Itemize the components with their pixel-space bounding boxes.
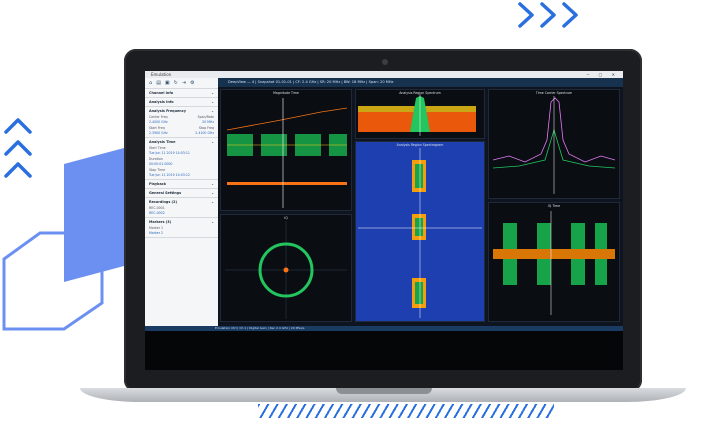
spectrogram-plot bbox=[358, 148, 482, 318]
section-row: REC-0002 bbox=[149, 211, 214, 215]
section-row: Marker 2 bbox=[149, 231, 214, 235]
row-value: Marker 2 bbox=[149, 231, 164, 235]
row-value: 00:00:01.0000 bbox=[149, 162, 173, 166]
section-row: Marker 1 bbox=[149, 226, 214, 230]
folder-icon[interactable]: ▤ bbox=[156, 80, 161, 86]
row-value: 2.4000 GHz bbox=[149, 120, 168, 124]
camera-icon bbox=[382, 59, 388, 65]
magnitude-plot bbox=[226, 98, 348, 208]
save-icon[interactable]: ▣ bbox=[165, 80, 170, 86]
window-controls[interactable]: ─ ▢ ✕ bbox=[587, 71, 619, 78]
sidebar-section[interactable]: Channel Info ⌄ bbox=[145, 89, 218, 98]
tcs-plot bbox=[492, 96, 616, 194]
sidebar-section[interactable]: Analysis Time ⌄ Start Time Tue Jun 11 2019 … bbox=[145, 138, 218, 180]
panel-time-carrier-spectrum[interactable]: Time Carrier Spectrum bbox=[488, 89, 620, 199]
chevron-icon[interactable]: ⌄ bbox=[211, 109, 214, 113]
chevron-icon[interactable]: ⌄ bbox=[211, 140, 214, 144]
chevron-icon[interactable]: ⌄ bbox=[211, 91, 214, 95]
sidebar-section[interactable]: Markers (3) ⌄ Marker 1 Marker 2 bbox=[145, 218, 218, 238]
window-titlebar: Emulation ─ ▢ ✕ bbox=[145, 71, 623, 78]
refresh-icon[interactable]: ↻ bbox=[174, 80, 178, 86]
row-value: Center Freq bbox=[149, 114, 168, 119]
section-title: Analysis Time bbox=[149, 140, 176, 144]
panel-spectrum[interactable]: Analysis Region Spectrum bbox=[355, 89, 485, 139]
row-value: Start Time bbox=[149, 145, 166, 150]
row-value: Span/Rate bbox=[197, 114, 214, 119]
row-value: REC-0002 bbox=[149, 211, 165, 215]
section-row: 00:00:01.0000 bbox=[149, 162, 214, 166]
section-title: Recordings (2) bbox=[149, 200, 178, 204]
chevron-icon[interactable]: ⌄ bbox=[211, 220, 214, 224]
row-value: 2.4100 GHz bbox=[195, 131, 214, 135]
section-title: Channel Info bbox=[149, 91, 174, 95]
row-value: Stop Freq bbox=[198, 125, 214, 130]
section-title: General Settings bbox=[149, 191, 182, 195]
row-value: Tue Jun 11 2019 14:03:12 bbox=[149, 173, 190, 177]
section-row: Start Time bbox=[149, 146, 214, 150]
section-header[interactable]: Channel Info ⌄ bbox=[149, 91, 214, 95]
section-header[interactable]: Analysis Frequency ⌄ bbox=[149, 109, 214, 113]
app-screen: Emulation ─ ▢ ✕ ⌂ ▤ ▣ ↻ ⇥ ⚙ Channel Info… bbox=[145, 71, 623, 370]
row-value: 20 MHz bbox=[202, 120, 214, 124]
section-header[interactable]: General Settings ⌄ bbox=[149, 191, 214, 195]
section-header[interactable]: Markers (3) ⌄ bbox=[149, 220, 214, 224]
chevron-icon[interactable]: ⌄ bbox=[211, 182, 214, 186]
section-title: Analysis Frequency bbox=[149, 109, 186, 113]
row-value: Stop Time bbox=[149, 167, 166, 172]
section-header[interactable]: Analysis Info ⌄ bbox=[149, 100, 214, 104]
section-row: REC-0001 bbox=[149, 206, 214, 210]
section-header[interactable]: Analysis Time ⌄ bbox=[149, 140, 214, 144]
section-row: Start Freq Stop Freq bbox=[149, 126, 214, 130]
sidebar: ⌂ ▤ ▣ ↻ ⇥ ⚙ Channel Info ⌄ Analysis Info ⌄ A… bbox=[145, 78, 218, 326]
panel-iq-time[interactable]: IQ Time bbox=[488, 202, 620, 322]
outline-cube-deco bbox=[2, 231, 104, 331]
row-value: 2.3900 GHz bbox=[149, 131, 168, 135]
spectrum-plot bbox=[358, 94, 476, 136]
chevrons-right-deco bbox=[518, 2, 578, 28]
chevrons-up-deco bbox=[4, 118, 32, 178]
section-title: Markers (3) bbox=[149, 220, 172, 224]
app-header: DeepView — 4 | Snapshot 01-01-01 | CF: 2… bbox=[218, 78, 623, 87]
section-title: Analysis Info bbox=[149, 100, 174, 104]
laptop-notch bbox=[336, 388, 432, 394]
row-value: Tue Jun 11 2019 14:03:11 bbox=[149, 151, 190, 155]
section-row: 2.3900 GHz 2.4100 GHz bbox=[149, 131, 214, 135]
section-header[interactable]: Recordings (2) ⌄ bbox=[149, 200, 214, 204]
sidebar-section[interactable]: Recordings (2) ⌄ REC-0001 REC-0002 bbox=[145, 198, 218, 218]
section-row: 2.4000 GHz 20 MHz bbox=[149, 120, 214, 124]
stripes-deco bbox=[258, 404, 554, 418]
chevron-icon[interactable]: ⌄ bbox=[211, 100, 214, 104]
home-icon[interactable]: ⌂ bbox=[149, 80, 152, 86]
panel-spectrogram[interactable]: Analysis Region Spectrogram bbox=[355, 141, 485, 322]
section-row: Stop Time bbox=[149, 168, 214, 172]
row-value: Marker 1 bbox=[149, 225, 164, 230]
chevron-icon[interactable]: ⌄ bbox=[211, 200, 214, 204]
row-value: REC-0001 bbox=[149, 205, 165, 210]
section-row: Center Freq Span/Rate bbox=[149, 115, 214, 119]
section-row: Duration bbox=[149, 157, 214, 161]
section-header[interactable]: Playback ⌄ bbox=[149, 182, 214, 186]
row-value: Start Freq bbox=[149, 125, 165, 130]
window-title: Emulation bbox=[151, 72, 172, 77]
iq-time-plot bbox=[493, 211, 615, 315]
sidebar-toolbar: ⌂ ▤ ▣ ↻ ⇥ ⚙ bbox=[145, 78, 218, 89]
settings-icon[interactable]: ⚙ bbox=[190, 80, 194, 86]
row-value: Duration bbox=[149, 156, 163, 161]
panel-magnitude-time[interactable]: Magnitude Time bbox=[220, 89, 352, 211]
sidebar-section[interactable]: General Settings ⌄ bbox=[145, 189, 218, 198]
sidebar-section[interactable]: Playback ⌄ bbox=[145, 180, 218, 189]
chevron-icon[interactable]: ⌄ bbox=[211, 191, 214, 195]
panel-iq[interactable]: IQ bbox=[220, 214, 352, 322]
section-title: Playback bbox=[149, 182, 167, 186]
sidebar-section[interactable]: Analysis Frequency ⌄ Center Freq Span/Rate 2… bbox=[145, 107, 218, 138]
sidebar-section[interactable]: Analysis Info ⌄ bbox=[145, 98, 218, 107]
plot-area: DeepView — 4 | Snapshot 01-01-01 | CF: 2… bbox=[218, 78, 623, 326]
section-row: Tue Jun 11 2019 14:03:11 bbox=[149, 151, 214, 155]
export-icon[interactable]: ⇥ bbox=[182, 80, 186, 86]
screen-dark-area bbox=[145, 331, 623, 370]
section-row: Tue Jun 11 2019 14:03:12 bbox=[149, 173, 214, 177]
iq-constellation bbox=[225, 221, 347, 319]
